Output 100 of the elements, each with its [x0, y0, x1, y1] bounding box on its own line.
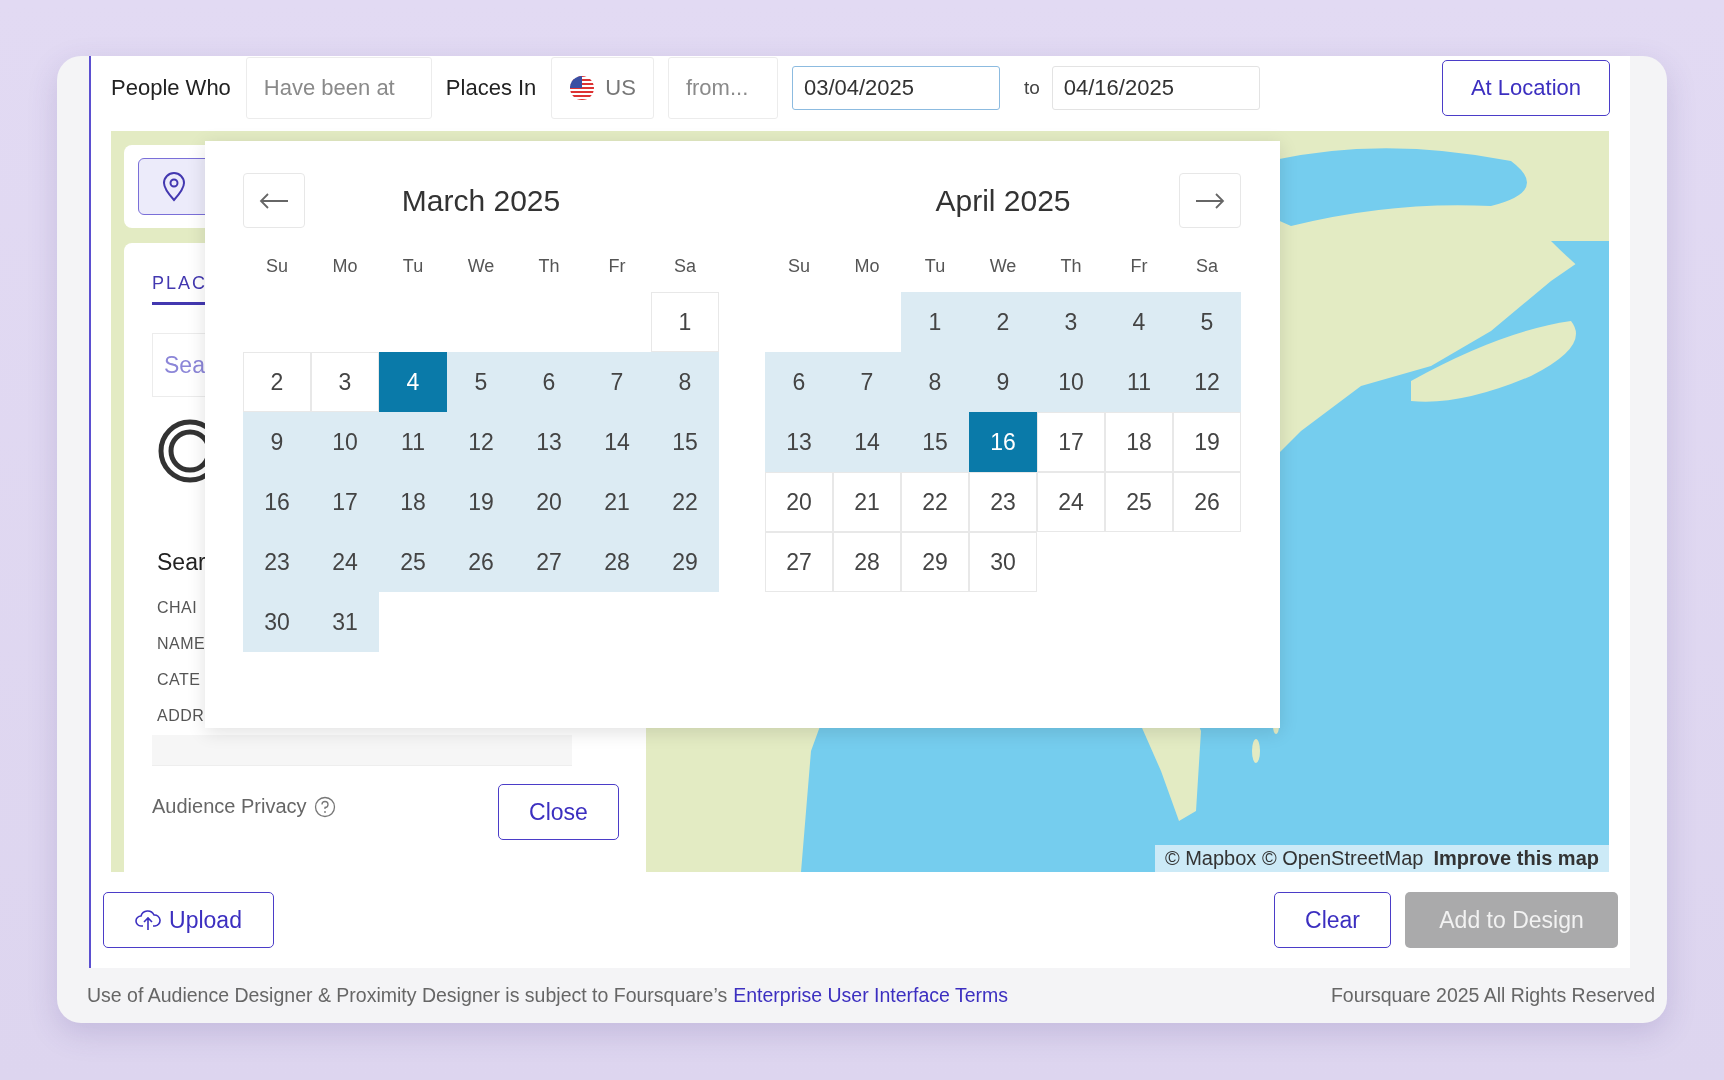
audience-privacy-label: Audience Privacy: [152, 795, 307, 818]
calendar-day[interactable]: 26: [447, 532, 515, 592]
calendar-day[interactable]: 25: [1105, 472, 1173, 532]
calendar-day[interactable]: 15: [651, 412, 719, 472]
calendar-day[interactable]: 5: [447, 352, 515, 412]
calendar-day[interactable]: 28: [833, 532, 901, 592]
calendar-day[interactable]: 24: [1037, 472, 1105, 532]
calendar-day[interactable]: 15: [901, 412, 969, 472]
left-arrow-icon: [259, 192, 289, 209]
people-who-label: People Who: [111, 75, 232, 101]
calendar-day[interactable]: 22: [901, 472, 969, 532]
calendar-day[interactable]: 7: [833, 352, 901, 412]
weekday-label: Th: [1060, 255, 1082, 277]
calendar-day[interactable]: 18: [1105, 412, 1173, 472]
end-date-field[interactable]: 04/16/2025: [1051, 66, 1260, 110]
weekday-label: Su: [266, 255, 288, 277]
calendar-day[interactable]: 8: [901, 352, 969, 412]
right-arrow-icon: [1195, 192, 1225, 209]
calendar-day[interactable]: 17: [1037, 412, 1105, 472]
calendar-day[interactable]: 23: [243, 532, 311, 592]
calendar-day[interactable]: 12: [447, 412, 515, 472]
clear-button[interactable]: Clear: [1274, 892, 1391, 948]
terms-link[interactable]: Enterprise User Interface Terms: [733, 984, 1009, 1007]
calendar-day[interactable]: 3: [311, 352, 379, 412]
calendar-day[interactable]: 1: [651, 292, 719, 352]
calendar-day[interactable]: 16: [969, 412, 1037, 472]
weekday-label: Sa: [1196, 255, 1218, 277]
calendar-day[interactable]: 28: [583, 532, 651, 592]
weekday-label: Tu: [924, 255, 946, 277]
pin-icon: [162, 172, 186, 202]
calendar-day[interactable]: 25: [379, 532, 447, 592]
at-location-button[interactable]: At Location: [1441, 60, 1610, 116]
calendar-day[interactable]: 27: [765, 532, 833, 592]
calendar-day[interactable]: 26: [1173, 472, 1241, 532]
calendar-day[interactable]: 18: [379, 472, 447, 532]
weekday-label: We: [989, 255, 1017, 277]
calendar-day[interactable]: 29: [901, 532, 969, 592]
calendar-day[interactable]: 19: [1173, 412, 1241, 472]
calendar-day[interactable]: 23: [969, 472, 1037, 532]
calendar-day[interactable]: 20: [515, 472, 583, 532]
calendar-day[interactable]: 16: [243, 472, 311, 532]
calendar-day[interactable]: 10: [311, 412, 379, 472]
month-title: March 2025: [401, 183, 561, 218]
calendar-day[interactable]: 11: [1105, 352, 1173, 412]
calendar-day[interactable]: 10: [1037, 352, 1105, 412]
calendar-day[interactable]: 21: [583, 472, 651, 532]
start-date-field[interactable]: 03/04/2025: [791, 66, 1000, 110]
calendar-day[interactable]: 6: [765, 352, 833, 412]
improve-map-link[interactable]: Improve this map: [1433, 847, 1599, 870]
upload-button[interactable]: Upload: [103, 892, 274, 948]
calendar-day[interactable]: 2: [969, 292, 1037, 352]
map-attribution: © Mapbox © OpenStreetMap: [1164, 847, 1424, 870]
weekday-label: Th: [538, 255, 560, 277]
calendar-day[interactable]: 14: [833, 412, 901, 472]
help-icon[interactable]: [314, 796, 336, 818]
calendar-day[interactable]: 9: [969, 352, 1037, 412]
weekday-label: Mo: [332, 255, 358, 277]
calendar-day[interactable]: 21: [833, 472, 901, 532]
weekday-label: We: [467, 255, 495, 277]
calendar-day[interactable]: 30: [969, 532, 1037, 592]
field-label: CHAI: [157, 599, 198, 617]
calendar-day[interactable]: 2: [243, 352, 311, 412]
calendar-day[interactable]: 24: [311, 532, 379, 592]
calendar-day[interactable]: 5: [1173, 292, 1241, 352]
previous-month-button[interactable]: [243, 173, 305, 228]
calendar-day[interactable]: 6: [515, 352, 583, 412]
close-button[interactable]: Close: [498, 784, 619, 840]
weekday-label: Fr: [1130, 255, 1148, 277]
calendar-day[interactable]: 31: [311, 592, 379, 652]
search-heading: Sear: [157, 549, 206, 576]
field-label: NAME: [157, 635, 206, 653]
calendar-day[interactable]: 1: [901, 292, 969, 352]
calendar-day[interactable]: 9: [243, 412, 311, 472]
calendar-day[interactable]: 13: [765, 412, 833, 472]
calendar-day[interactable]: 12: [1173, 352, 1241, 412]
calendar-day[interactable]: 8: [651, 352, 719, 412]
calendar-day[interactable]: 11: [379, 412, 447, 472]
calendar-day[interactable]: 30: [243, 592, 311, 652]
places-in-label: Places In: [445, 75, 538, 101]
range-select[interactable]: from...: [667, 57, 778, 119]
to-label: to: [1023, 77, 1040, 99]
calendar-day[interactable]: 19: [447, 472, 515, 532]
calendar-day[interactable]: 4: [379, 352, 447, 412]
next-month-button[interactable]: [1179, 173, 1241, 228]
calendar-day[interactable]: 20: [765, 472, 833, 532]
month-title: April 2025: [935, 183, 1071, 218]
calendar-day[interactable]: 27: [515, 532, 583, 592]
calendar-day[interactable]: 3: [1037, 292, 1105, 352]
calendar-day[interactable]: 4: [1105, 292, 1173, 352]
calendar-day[interactable]: 17: [311, 472, 379, 532]
calendar-day[interactable]: 7: [583, 352, 651, 412]
upload-icon: [135, 909, 162, 931]
action-select[interactable]: Have been at: [245, 57, 432, 119]
copyright-text: Foursquare 2025 All Rights Reserved: [1330, 984, 1655, 1007]
weekday-label: Mo: [854, 255, 880, 277]
calendar-day[interactable]: 14: [583, 412, 651, 472]
calendar-day[interactable]: 13: [515, 412, 583, 472]
calendar-day[interactable]: 29: [651, 532, 719, 592]
calendar-day[interactable]: 22: [651, 472, 719, 532]
country-select[interactable]: US: [551, 57, 654, 119]
